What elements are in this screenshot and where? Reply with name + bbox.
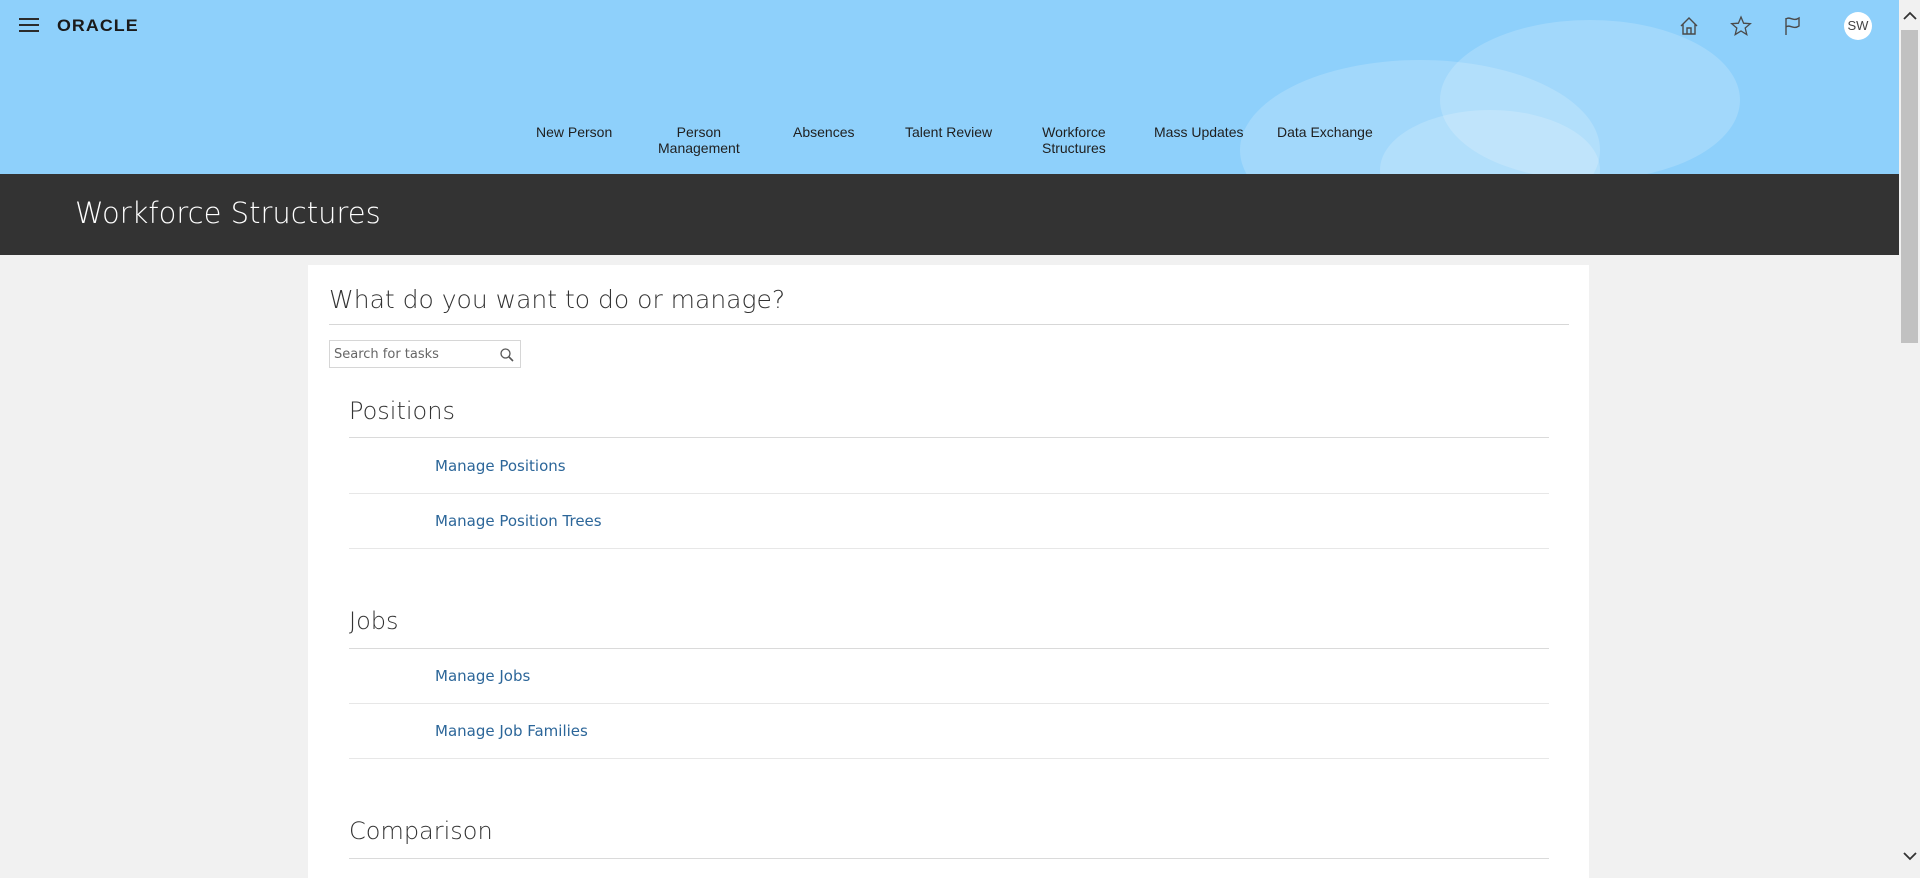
section-title-comparison: Comparison (349, 817, 493, 845)
task-search (329, 340, 521, 368)
divider (349, 493, 1549, 494)
scroll-down-icon[interactable] (1899, 846, 1920, 866)
star-icon[interactable] (1726, 12, 1756, 40)
task-panel: What do you want to do or manage? Positi… (308, 265, 1589, 878)
nav-item-new-person[interactable]: New Person (536, 124, 612, 140)
divider (349, 648, 1549, 649)
divider (349, 548, 1549, 549)
nav-item-absences[interactable]: Absences (793, 124, 854, 140)
menu-icon[interactable] (19, 18, 39, 33)
task-panel-heading: What do you want to do or manage? (329, 285, 786, 314)
task-link-manage-position-trees[interactable]: Manage Position Trees (435, 512, 602, 530)
divider (329, 324, 1569, 325)
scrollbar-thumb[interactable] (1901, 30, 1918, 343)
divider (349, 437, 1549, 438)
nav-item-person-management[interactable]: Person Management (658, 124, 740, 156)
page-title-bar: Workforce Structures (0, 174, 1899, 255)
user-avatar[interactable]: SW (1844, 12, 1872, 40)
navigation-bar: New Person Person Management Absences Ta… (0, 124, 1899, 174)
task-link-manage-positions[interactable]: Manage Positions (435, 457, 566, 475)
divider (349, 703, 1549, 704)
search-input[interactable] (334, 344, 494, 364)
nav-item-data-exchange[interactable]: Data Exchange (1277, 124, 1373, 140)
nav-item-workforce-structures[interactable]: Workforce Structures (1042, 124, 1106, 156)
search-icon[interactable] (499, 347, 515, 363)
scroll-up-icon[interactable] (1899, 6, 1920, 26)
divider (349, 758, 1549, 759)
home-icon[interactable] (1674, 12, 1704, 40)
nav-item-talent-review[interactable]: Talent Review (905, 124, 992, 140)
divider (349, 858, 1549, 859)
page-title: Workforce Structures (75, 196, 381, 230)
oracle-logo[interactable]: ORACLE (57, 16, 139, 35)
task-link-manage-job-families[interactable]: Manage Job Families (435, 722, 588, 740)
vertical-scrollbar[interactable] (1899, 0, 1920, 878)
flag-icon[interactable] (1778, 12, 1808, 40)
task-link-manage-jobs[interactable]: Manage Jobs (435, 667, 530, 685)
nav-item-mass-updates[interactable]: Mass Updates (1154, 124, 1243, 140)
section-title-jobs: Jobs (349, 607, 399, 635)
section-title-positions: Positions (349, 397, 455, 425)
global-header: ORACLE SW New Person Person Management A… (0, 0, 1899, 174)
